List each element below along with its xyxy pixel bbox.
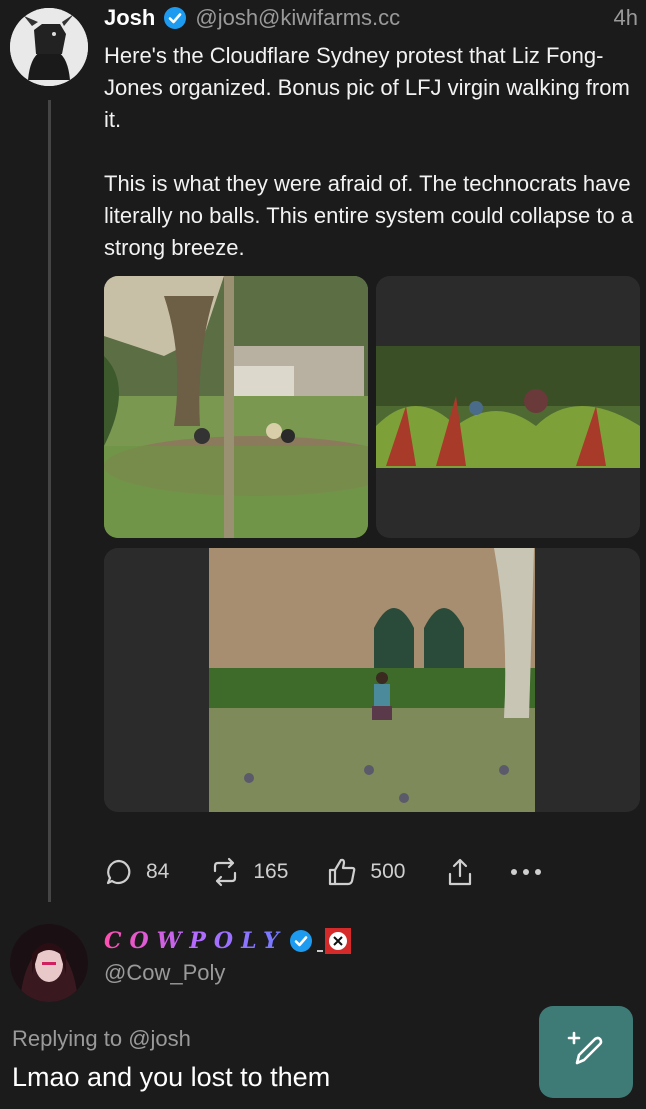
like-count: 500 [370,860,406,883]
reply-text: Lmao and you lost to them [12,1062,331,1092]
reply-icon [104,857,134,887]
verified-badge-icon [289,929,313,953]
author-name[interactable]: Josh [104,5,155,31]
reply-count: 84 [146,860,170,883]
repost-button[interactable]: 165 [209,857,288,887]
post-actions: 84 165 500 [104,852,543,892]
replying-label: Replying to [12,1026,123,1051]
like-button[interactable]: 500 [326,856,405,888]
share-button[interactable] [445,856,475,888]
emoji-flag-icon [316,928,351,954]
share-icon [445,856,475,888]
more-dots-icon [509,867,543,877]
thumbs-up-icon [326,856,358,888]
thread-line [48,100,51,902]
reply-author-handle[interactable]: @Cow_Poly [104,960,225,986]
post-image-1[interactable] [104,276,368,538]
post-image-2[interactable] [376,276,640,538]
compose-pencil-icon [563,1027,609,1078]
post-text: Here's the Cloudflare Sydney protest tha… [104,43,634,260]
reply-header: COWPOLY [104,928,351,954]
post-time: 4h [613,5,638,30]
reply-button[interactable]: 84 [104,857,169,887]
repost-icon [209,857,241,887]
reply-author-avatar[interactable] [10,924,88,1002]
repost-count: 165 [253,860,289,883]
post-image-3[interactable] [104,548,640,812]
verified-badge-icon [163,6,187,30]
post-header: Josh @josh@kiwifarms.cc 4h [104,4,638,32]
reply-author-name[interactable]: COWPOLY [104,928,287,954]
replying-to: Replying to @josh [12,1026,191,1052]
author-handle[interactable]: @josh@kiwifarms.cc [195,5,400,31]
compose-button[interactable] [539,1006,633,1098]
replying-mention[interactable]: @josh [128,1026,191,1051]
more-button[interactable] [509,867,543,877]
author-avatar[interactable] [10,8,88,86]
